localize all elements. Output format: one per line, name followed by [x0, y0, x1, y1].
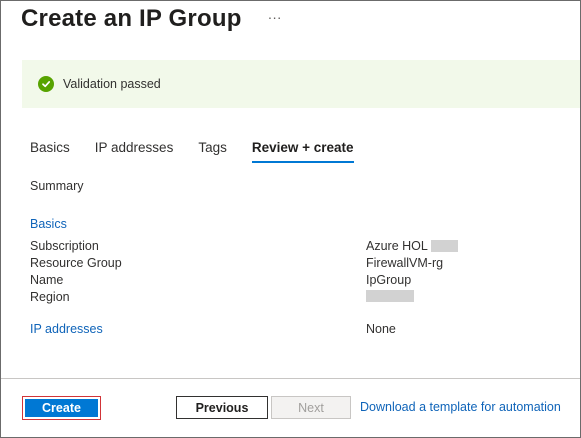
summary-heading: Summary [30, 179, 84, 193]
name-label: Name [30, 273, 64, 287]
footer-divider [1, 378, 580, 379]
checkmark-icon [38, 76, 54, 92]
region-label: Region [30, 290, 70, 304]
resource-group-value: FirewallVM-rg [366, 256, 444, 270]
create-button[interactable]: Create [25, 399, 98, 417]
tab-tags[interactable]: Tags [198, 140, 227, 168]
ip-addresses-value: None [366, 322, 396, 336]
ip-addresses-row: None [30, 322, 550, 339]
region-row: Region [30, 290, 550, 307]
basics-section-link[interactable]: Basics [30, 217, 67, 231]
tab-ip-addresses[interactable]: IP addresses [95, 140, 174, 168]
subscription-value-group: Azure HOL [366, 239, 458, 253]
subscription-value: Azure HOL [366, 239, 428, 253]
resource-group-label: Resource Group [30, 256, 122, 270]
subscription-label: Subscription [30, 239, 99, 253]
redacted-block [366, 290, 414, 302]
download-template-link[interactable]: Download a template for automation [360, 400, 561, 414]
create-ip-group-blade: Create an IP Group ··· Validation passed… [0, 0, 581, 438]
validation-banner: Validation passed [22, 60, 580, 108]
more-options-icon[interactable]: ··· [268, 9, 282, 25]
create-button-highlight: Create [22, 396, 101, 420]
region-value-group [366, 290, 414, 302]
resource-group-row: Resource Group FirewallVM-rg [30, 256, 550, 273]
next-button[interactable]: Next [271, 396, 351, 419]
title-row: Create an IP Group ··· [21, 5, 282, 33]
tab-basics[interactable]: Basics [30, 140, 70, 168]
redacted-block [430, 240, 458, 252]
subscription-row: Subscription Azure HOL [30, 239, 550, 256]
previous-button[interactable]: Previous [176, 396, 268, 419]
page-title: Create an IP Group [21, 5, 242, 32]
name-row: Name IpGroup [30, 273, 550, 290]
wizard-tabs: Basics IP addresses Tags Review + create [30, 140, 379, 168]
validation-status-text: Validation passed [63, 77, 161, 91]
tab-review-create[interactable]: Review + create [251, 140, 354, 168]
name-value: IpGroup [366, 273, 412, 287]
